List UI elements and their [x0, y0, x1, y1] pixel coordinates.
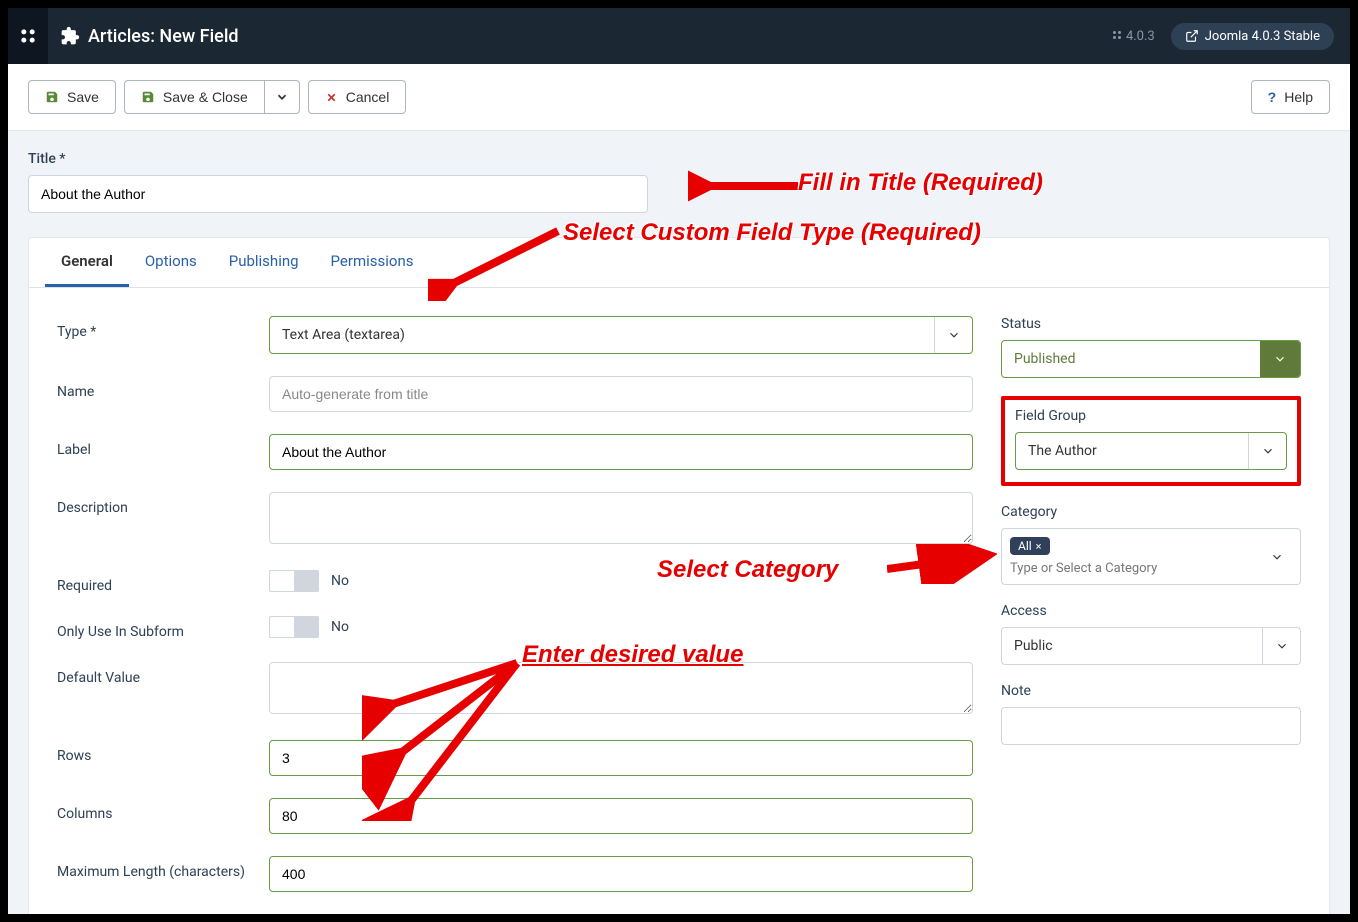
label-label: Label: [57, 434, 269, 458]
rows-input[interactable]: [269, 740, 973, 776]
rows-label: Rows: [57, 740, 269, 764]
access-label: Access: [1001, 603, 1301, 619]
cancel-button[interactable]: Cancel: [308, 80, 407, 114]
subform-toggle[interactable]: [269, 616, 319, 638]
help-button[interactable]: ? Help: [1251, 80, 1330, 114]
access-value: Public: [1002, 638, 1262, 654]
chevron-down-icon: [1248, 433, 1286, 469]
page-title: Articles: New Field: [60, 26, 239, 47]
chevron-down-icon: [1262, 537, 1292, 576]
tab-publishing[interactable]: Publishing: [213, 238, 315, 287]
subform-label: Only Use In Subform: [57, 616, 269, 640]
required-label: Required: [57, 570, 269, 594]
label-input[interactable]: [269, 434, 973, 470]
stable-label: Joomla 4.0.3 Stable: [1205, 29, 1320, 44]
required-toggle[interactable]: [269, 570, 319, 592]
content-area: Title * Fill in Title (Required) Select …: [8, 131, 1350, 914]
topbar: Articles: New Field 4.0.3 Joomla 4.0.3 S…: [8, 8, 1350, 64]
close-icon: [325, 91, 338, 104]
type-value: Text Area (textarea): [270, 327, 934, 343]
maxlen-input[interactable]: [269, 856, 973, 892]
fieldgroup-label: Field Group: [1015, 408, 1287, 424]
subform-value: No: [331, 619, 349, 635]
question-icon: ?: [1268, 89, 1277, 105]
toolbar: Save Save & Close Cancel ? Help: [8, 64, 1350, 131]
tabs-panel: General Options Publishing Permissions T…: [28, 237, 1330, 914]
stable-badge[interactable]: Joomla 4.0.3 Stable: [1171, 23, 1334, 50]
annotation-fill-title: Fill in Title (Required): [798, 169, 1043, 197]
columns-input[interactable]: [269, 798, 973, 834]
tabs: General Options Publishing Permissions: [29, 238, 1329, 288]
default-value-label: Default Value: [57, 662, 269, 686]
category-label: Category: [1001, 504, 1301, 520]
default-value-textarea[interactable]: [269, 662, 973, 714]
title-input[interactable]: [28, 175, 648, 213]
save-close-button[interactable]: Save & Close: [124, 80, 264, 114]
save-button[interactable]: Save: [28, 80, 116, 114]
columns-label: Columns: [57, 798, 269, 822]
access-select[interactable]: Public: [1001, 627, 1301, 665]
name-label: Name: [57, 376, 269, 400]
tab-general[interactable]: General: [45, 238, 129, 287]
status-select[interactable]: Published: [1001, 340, 1301, 378]
joomla-mini-icon: [1111, 29, 1123, 41]
chevron-down-icon: [934, 317, 972, 353]
chip-remove-icon[interactable]: ×: [1036, 540, 1042, 553]
note-input[interactable]: [1001, 707, 1301, 745]
note-label: Note: [1001, 683, 1301, 699]
tab-options[interactable]: Options: [129, 238, 213, 287]
category-chip[interactable]: All ×: [1010, 537, 1050, 555]
name-input[interactable]: [269, 376, 973, 412]
chevron-down-icon: [1260, 341, 1300, 377]
status-value: Published: [1002, 341, 1260, 377]
puzzle-icon: [60, 26, 80, 46]
category-placeholder: Type or Select a Category: [1010, 561, 1262, 576]
description-label: Description: [57, 492, 269, 516]
annotation-arrow: [688, 166, 808, 206]
save-icon: [141, 90, 155, 104]
status-label: Status: [1001, 316, 1301, 332]
description-textarea[interactable]: [269, 492, 973, 544]
sidebar-toggle[interactable]: [8, 8, 48, 64]
type-label: Type *: [57, 316, 269, 340]
field-group-highlight: Field Group The Author: [1001, 396, 1301, 486]
version-text: 4.0.3: [1111, 29, 1155, 44]
external-link-icon: [1185, 29, 1199, 43]
tab-permissions[interactable]: Permissions: [315, 238, 430, 287]
sidebar-column: Status Published Field Group The Author: [1001, 316, 1301, 914]
title-label: Title *: [28, 151, 1330, 167]
fieldgroup-value: The Author: [1016, 443, 1248, 459]
type-select[interactable]: Text Area (textarea): [269, 316, 973, 354]
maxlen-label: Maximum Length (characters): [57, 856, 269, 880]
fieldgroup-select[interactable]: The Author: [1015, 432, 1287, 470]
chevron-down-icon: [275, 90, 289, 104]
chevron-down-icon: [1262, 628, 1300, 664]
category-select[interactable]: All × Type or Select a Category: [1001, 528, 1301, 585]
main-column: Type * Text Area (textarea) Name: [57, 316, 973, 914]
page-title-text: Articles: New Field: [88, 26, 239, 47]
joomla-logo-icon: [18, 26, 38, 46]
save-dropdown-button[interactable]: [264, 80, 300, 114]
required-value: No: [331, 573, 349, 589]
save-icon: [45, 90, 59, 104]
